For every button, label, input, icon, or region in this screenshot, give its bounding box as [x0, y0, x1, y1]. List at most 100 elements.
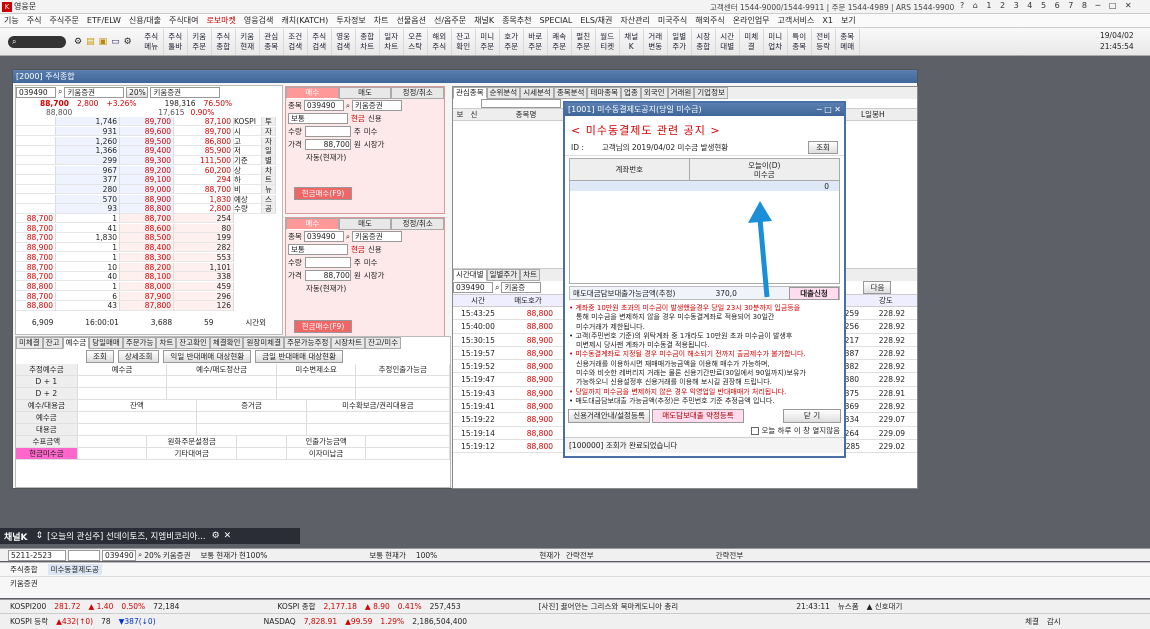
qty-input[interactable] [304, 126, 351, 137]
menu-item[interactable]: ETF/ELW [83, 14, 125, 28]
toolbar-button[interactable]: 잔고 확인 [452, 28, 476, 55]
menu-item[interactable]: ELS/채권 [576, 14, 616, 28]
buy-submit-button[interactable]: 현금매수(F9) [294, 187, 352, 200]
unpaid-checkbox[interactable]: 미수 [364, 257, 378, 268]
watch-tab[interactable]: 관심종목 [453, 87, 487, 99]
menu-item[interactable]: X1 [818, 14, 837, 28]
quick-pw[interactable] [68, 549, 100, 561]
account-tab[interactable]: 잔고확인 [176, 337, 210, 349]
menu-item[interactable]: 보기 [837, 14, 860, 28]
channel-ticker[interactable]: [오늘의 관심주] 선데이토즈, 지엠비코리아... [47, 530, 206, 542]
gear-icon[interactable]: ⚙ [124, 37, 132, 47]
market-checkbox[interactable]: 시장가 [364, 270, 385, 281]
tick-tab[interactable]: 시간대별 [453, 269, 487, 281]
menu-item[interactable]: 해외주식 [691, 14, 728, 28]
toolbar-button[interactable]: 주식 툴바 [164, 28, 188, 55]
fill-button[interactable]: 체결 [1025, 616, 1039, 627]
account-button[interactable]: 조회 [86, 350, 114, 363]
toolbar-button[interactable]: 관심 종목 [260, 28, 284, 55]
buy-submit-button[interactable]: 현금매수(F9) [294, 320, 352, 333]
menu-item[interactable]: 기능 [0, 14, 23, 28]
settings-icon[interactable]: ⚙ [212, 531, 220, 541]
watch-tab[interactable]: 종목분석 [553, 87, 588, 99]
watch-button[interactable]: 감시 [1047, 616, 1061, 627]
side-tab[interactable]: 투 [262, 117, 276, 127]
tick-tab[interactable]: 일별주가 [486, 269, 521, 281]
signal-status[interactable]: ▲ 신호대기 [867, 601, 903, 612]
account-tab[interactable]: 잔고 [42, 337, 63, 349]
menu-item[interactable]: 미국주식 [654, 14, 691, 28]
ask-price[interactable]: 88,900 [120, 194, 174, 204]
ask-price[interactable]: 89,100 [120, 175, 174, 185]
search-icon[interactable]: ⌕ [495, 283, 499, 293]
toolbar-button[interactable]: 거래 변동 [644, 28, 668, 55]
order-tab[interactable]: 매도 [338, 87, 392, 99]
menu-item[interactable]: 고객서비스 [774, 14, 819, 28]
toolbar-button[interactable]: 주식 메뉴 [140, 28, 164, 55]
cash-radio[interactable]: 현금 [351, 244, 365, 255]
order-kind[interactable]: 보통 [288, 244, 348, 255]
credit-radio[interactable]: 신용 [368, 244, 382, 255]
toolbar-button[interactable]: 채널 K [620, 28, 644, 55]
unpaid-checkbox[interactable]: 미수 [364, 126, 378, 137]
order-tab[interactable]: 매수 [286, 87, 339, 99]
toolbar-button[interactable]: 오픈 스탁 [404, 28, 428, 55]
toolbar-button[interactable]: 종목 메매 [836, 28, 860, 55]
price-input[interactable]: 88,700 [304, 270, 351, 281]
bid-price[interactable]: 87,900 [120, 291, 174, 301]
toolbar-button[interactable]: 쾌속 주문 [548, 28, 572, 55]
order-code[interactable]: 039490 [303, 231, 344, 242]
menu-item[interactable]: 채널K [470, 14, 498, 28]
close-button[interactable]: 닫 기 [783, 409, 841, 423]
side-tab[interactable]: 자 [262, 126, 276, 137]
hide-today-checkbox[interactable] [751, 426, 760, 435]
toolbar-button[interactable]: 월드 티켓 [596, 28, 620, 55]
toolbar-button[interactable]: 전비 등락 [812, 28, 836, 55]
search-icon[interactable]: ⌕ [58, 87, 62, 97]
bid-price[interactable]: 87,800 [120, 301, 174, 311]
next-button[interactable]: 다음 [863, 281, 892, 294]
chevron-icon[interactable]: ⇕ [36, 531, 44, 541]
menu-item[interactable]: 선/옵주문 [430, 14, 470, 28]
order-tab[interactable]: 매도 [338, 218, 392, 230]
side-tab[interactable]: 스 [262, 194, 276, 204]
toolbar-button[interactable]: 주식 검색 [308, 28, 332, 55]
name-input[interactable]: 키움증권 [64, 86, 125, 98]
order-tab[interactable]: 매수 [286, 218, 339, 230]
account-tab[interactable]: 주문가능 [122, 337, 157, 349]
menu-item[interactable]: 캐치(KATCH) [277, 14, 332, 28]
menu-item[interactable]: 종목추천 [498, 14, 535, 28]
window-controls[interactable]: ? ⌂ 1 2 3 4 5 6 7 8 ─ □ ✕ [960, 1, 1135, 10]
ask-price[interactable]: 88,800 [120, 204, 174, 214]
quick-account[interactable]: 5211-2523 [8, 549, 66, 561]
account-button[interactable]: 익일 반대매매 대상현황 [163, 350, 252, 363]
bid-price[interactable]: 88,200 [120, 262, 174, 272]
account-button[interactable]: 상세조회 [117, 350, 160, 363]
toolbar-button[interactable]: 미니 업차 [764, 28, 788, 55]
order-tab[interactable]: 정정/취소 [391, 218, 445, 230]
menu-item[interactable]: 주식대여 [165, 14, 202, 28]
toolbar-button[interactable]: 바로 주문 [524, 28, 548, 55]
account-tab[interactable]: 미체결 [16, 337, 43, 349]
tick-tab[interactable]: 차트 [520, 269, 541, 281]
search-box[interactable]: ⌕ [8, 35, 66, 48]
menu-item[interactable]: 투자정보 [332, 14, 369, 28]
ask-price[interactable]: 89,700 [120, 117, 174, 127]
query-button[interactable]: 조회 [808, 141, 838, 154]
monitor-icon[interactable]: ▭ [111, 37, 120, 47]
bid-price[interactable]: 88,300 [120, 252, 174, 263]
account-tab[interactable]: 체결확인 [209, 337, 244, 349]
account-tab[interactable]: 원장미체결 [243, 337, 284, 349]
watch-tab[interactable]: 시세분석 [520, 87, 554, 99]
order-tab[interactable]: 정정/취소 [391, 87, 445, 99]
settings-icon[interactable]: ⚙ [74, 37, 82, 47]
account-tab[interactable]: 시장차트 [331, 337, 365, 349]
bid-price[interactable]: 88,500 [120, 233, 174, 243]
credit-radio[interactable]: 신용 [368, 113, 382, 124]
bid-price[interactable]: 88,400 [120, 243, 174, 253]
menu-item[interactable]: 로보마켓 [202, 14, 239, 28]
menu-item[interactable]: 자산관리 [616, 14, 653, 28]
loan-apply-button[interactable]: 대출신청 [789, 286, 839, 300]
quick-code[interactable]: 039490 [102, 549, 136, 561]
side-tab[interactable]: 차 [262, 165, 276, 175]
